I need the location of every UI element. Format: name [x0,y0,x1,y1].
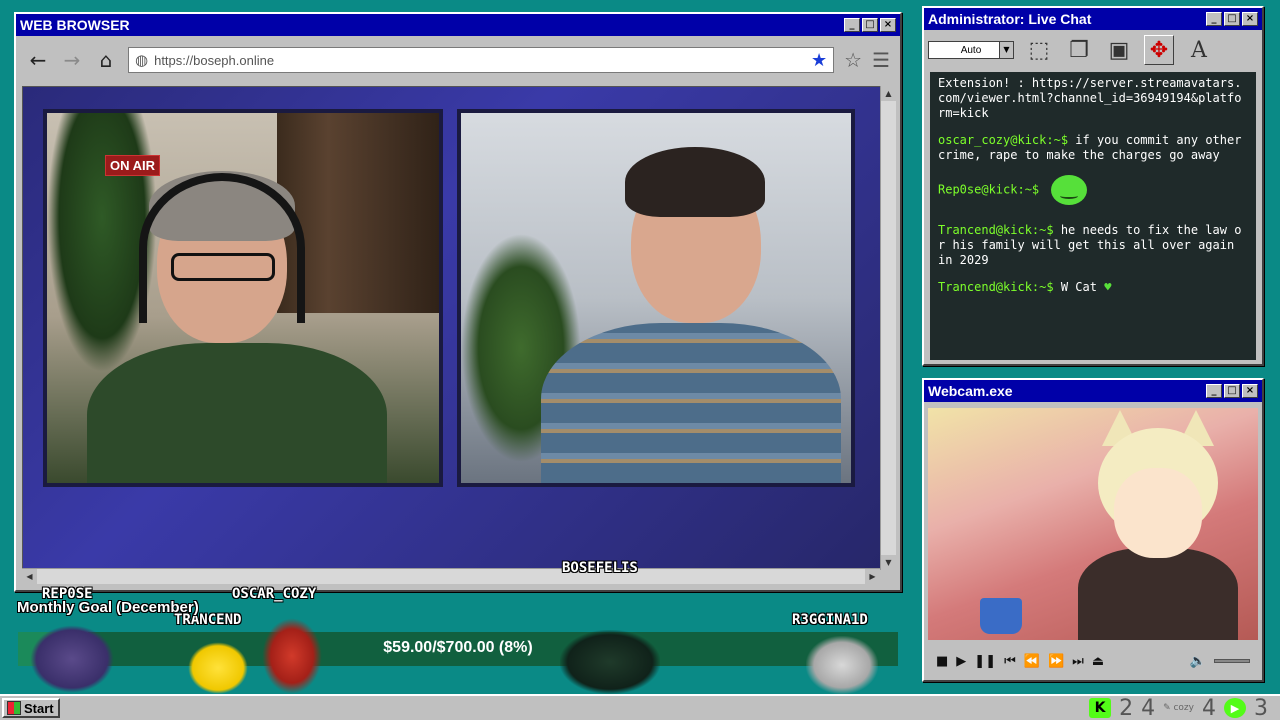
tray-count: 4 [1202,695,1216,720]
streamer-name-label: BOSEFELIS [562,560,638,576]
goal-amount: $59.00/$700.00 (8%) [383,639,533,656]
windows-logo-icon [7,701,21,715]
start-label: Start [24,700,54,716]
start-button[interactable]: Start [2,698,60,718]
avatar-sprite [188,642,248,694]
scroll-up-icon[interactable]: ▲ [881,86,896,101]
volume-slider[interactable] [1214,659,1250,663]
home-icon[interactable]: ⌂ [94,48,118,72]
chat-window: Administrator: Live Chat _ □ × Auto ▼ ⬚ … [922,6,1264,366]
heart-icon: ♥ [1104,280,1112,294]
browser-titlebar[interactable]: WEB BROWSER _ □ × [16,14,900,36]
person-right [541,143,841,483]
size-select[interactable]: Auto ▼ [928,41,1014,59]
chat-message: Trancend@kick:~$ W Cat ♥ [938,280,1248,295]
minimize-button[interactable]: _ [844,18,860,32]
viewer-name: OSCAR_COZY [232,586,317,602]
goal-title: Monthly Goal (December) [17,599,199,616]
avatar-sprite [806,636,878,694]
chat-titlebar[interactable]: Administrator: Live Chat _ □ × [924,8,1262,30]
chat-log[interactable]: Extension! : https://server.streamavatar… [930,72,1256,360]
kick-icon[interactable]: K [1089,698,1112,718]
webcam-window: Webcam.exe _ □ × ■ ▶ ❚❚ ⏮ ⏪ ⏩ ⏭ ⏏ 🔈 [922,378,1264,682]
browser-window: WEB BROWSER _ □ × ← → ⌂ ◍ https://boseph… [14,12,902,592]
guest-webcam-left: ON AIR [43,109,443,487]
webcam-title: Webcam.exe [928,383,1013,399]
taskbar: Start K 2 4 ✎ cozy 4 ▶ 3 [0,694,1280,720]
address-bar[interactable]: ◍ https://boseph.online ★ [128,47,835,73]
fast-forward-icon[interactable]: ⏩ [1048,654,1064,669]
chat-username[interactable]: Trancend@kick:~$ [938,223,1054,237]
back-arrow-icon[interactable]: ← [26,48,50,72]
volume-icon[interactable]: 🔈 [1190,654,1206,669]
chat-message: Extension! : https://server.streamavatar… [938,76,1248,121]
viewer-name: R3GGINA1D [792,612,868,628]
maximize-button[interactable]: □ [1224,384,1240,398]
stream-viewport: ON AIR [22,86,882,570]
scroll-right-icon[interactable]: ▶ [865,569,880,584]
skip-forward-icon[interactable]: ⏭ [1072,654,1084,669]
chat-username[interactable]: Trancend@kick:~$ [938,280,1054,294]
media-controls: ■ ▶ ❚❚ ⏮ ⏪ ⏩ ⏭ ⏏ 🔈 [928,648,1258,674]
avatar-sprite [560,630,660,694]
size-select-value: Auto [960,44,982,56]
maximize-button[interactable]: □ [862,18,878,32]
browser-toolbar: ← → ⌂ ◍ https://boseph.online ★ ☆ ☰ [20,40,896,80]
forward-arrow-icon[interactable]: → [60,48,84,72]
scroll-left-icon[interactable]: ◀ [22,569,37,584]
bookmark-star-icon[interactable]: ★ [811,50,827,71]
cup [980,598,1022,634]
menu-icon[interactable]: ☰ [872,48,890,72]
chevron-down-icon[interactable]: ▼ [999,42,1013,58]
close-button[interactable]: × [880,18,896,32]
chat-message: oscar_cozy@kick:~$ if you commit any oth… [938,133,1248,163]
move-icon[interactable]: ✥ [1144,35,1174,65]
browser-title: WEB BROWSER [20,17,130,33]
chat-text: Extension! : https://server.streamavatar… [938,76,1242,120]
tray-count: 4 [1141,695,1156,720]
font-icon[interactable]: A [1184,35,1214,65]
goal-progress-bar: $59.00/$700.00 (8%) [18,632,898,666]
chat-username[interactable]: Rep0se@kick:~$ [938,183,1039,197]
close-button[interactable]: × [1242,12,1258,26]
cozy-icon[interactable]: ✎ cozy [1163,703,1194,713]
person-left [87,163,387,483]
tray-count: 3 [1254,695,1268,720]
chat-text: W Cat [1053,280,1097,294]
maximize-button[interactable]: □ [1224,12,1240,26]
chat-toolbar: Auto ▼ ⬚ ❐ ▣ ✥ A [924,30,1262,70]
avatar-video [928,408,1258,640]
paste-icon[interactable]: ▣ [1104,35,1134,65]
vertical-scrollbar[interactable]: ▲ ▼ [880,86,896,570]
skip-back-icon[interactable]: ⏮ [1004,654,1016,669]
system-tray: K 2 4 ✎ cozy 4 ▶ 3 [1089,696,1268,720]
stop-icon[interactable]: ■ [936,654,948,669]
guest-webcam-right [457,109,855,487]
select-icon[interactable]: ⬚ [1024,35,1054,65]
chat-title: Administrator: Live Chat [928,11,1092,27]
pause-icon[interactable]: ❚❚ [974,654,996,669]
minimize-button[interactable]: _ [1206,384,1222,398]
tray-count: 2 [1119,695,1134,720]
copy-icon[interactable]: ❐ [1064,35,1094,65]
globe-icon: ◍ [135,51,149,69]
url-text[interactable]: https://boseph.online [154,53,805,68]
horizontal-scrollbar[interactable]: ◀ ▶ [22,568,880,584]
chat-username[interactable]: oscar_cozy@kick:~$ [938,133,1068,147]
chat-message: Trancend@kick:~$ he needs to fix the law… [938,223,1248,268]
minimize-button[interactable]: _ [1206,12,1222,26]
avatar-sprite [262,618,322,694]
eject-icon[interactable]: ⏏ [1092,654,1104,669]
play-icon[interactable]: ▶ [1224,698,1246,718]
favorites-star-icon[interactable]: ☆ [844,48,862,72]
webcam-titlebar[interactable]: Webcam.exe _ □ × [924,380,1262,402]
play-icon[interactable]: ▶ [956,654,966,669]
emote-icon [1051,175,1088,205]
scroll-down-icon[interactable]: ▼ [881,555,896,570]
close-button[interactable]: × [1242,384,1258,398]
avatar-sprite [30,625,114,693]
chat-message: Rep0se@kick:~$ [938,175,1248,205]
rewind-icon[interactable]: ⏪ [1024,654,1040,669]
